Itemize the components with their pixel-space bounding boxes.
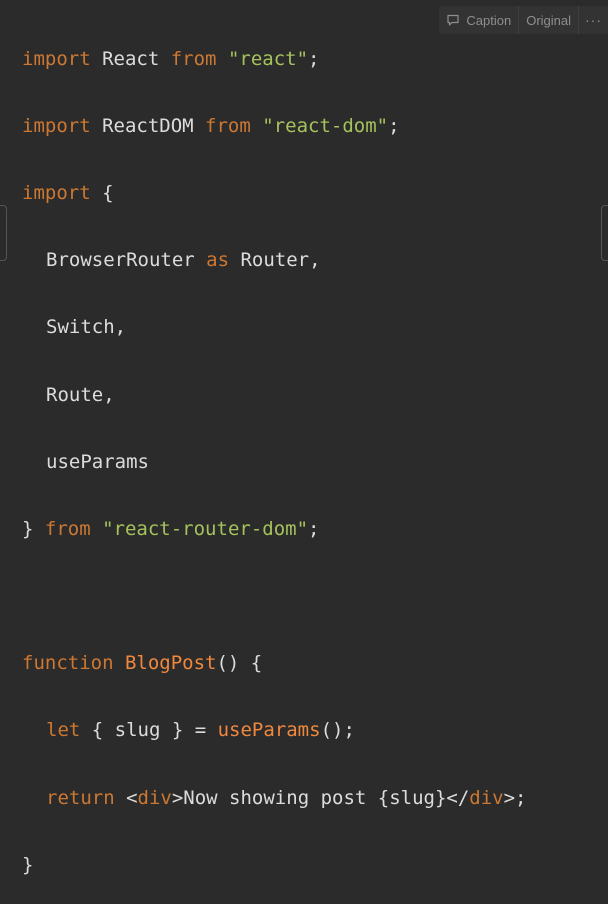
string-literal: "react" (227, 47, 309, 70)
left-resize-handle[interactable] (0, 205, 7, 261)
code-line-8: } from "react-router-dom"; (22, 513, 608, 547)
code-text: () { (216, 652, 263, 675)
caption-label: Caption (466, 12, 512, 28)
code-text: < (114, 786, 138, 809)
code-text: Router, (229, 249, 321, 272)
keyword: import (22, 47, 91, 70)
keyword: function (22, 652, 114, 675)
code-text: React (90, 47, 171, 70)
code-toolbar: Caption Original ··· (439, 6, 608, 34)
code-text: { slug } = (80, 719, 218, 742)
code-line-3: import { (22, 177, 608, 211)
code-text: } (22, 517, 45, 540)
more-options-button[interactable]: ··· (578, 6, 608, 34)
jsx-tag: div (137, 786, 172, 809)
code-block: import React from "react"; import ReactD… (0, 0, 608, 876)
code-line-7: useParams (22, 446, 608, 480)
keyword: return (46, 786, 115, 809)
string-literal: "react-router-dom" (102, 517, 309, 540)
keyword: from (44, 517, 91, 540)
code-text: useParams (46, 450, 149, 473)
code-text: { (90, 181, 114, 204)
code-line-4: BrowserRouter as Router, (22, 244, 608, 278)
keyword: import (22, 181, 91, 204)
code-text: ReactDOM (90, 114, 206, 137)
code-line-12: return <div>Now showing post {slug}</div… (22, 782, 608, 816)
string-literal: "react-dom" (262, 114, 389, 137)
code-line-5: Switch, (22, 311, 608, 345)
code-text: ; (388, 114, 400, 137)
keyword: from (205, 114, 251, 137)
code-text: Route, (46, 383, 115, 406)
caption-button[interactable]: Caption (439, 6, 518, 34)
code-text: (); (320, 719, 355, 742)
code-text: } (22, 853, 34, 876)
code-line-11: let { slug } = useParams(); (22, 714, 608, 748)
code-text: BrowserRouter (46, 249, 207, 272)
comment-icon (446, 13, 460, 27)
code-line-2: import ReactDOM from "react-dom"; (22, 110, 608, 144)
original-button[interactable]: Original (518, 6, 578, 34)
code-text: ; (308, 47, 320, 70)
more-icon: ··· (585, 12, 602, 28)
code-line-10: function BlogPost() { (22, 647, 608, 681)
original-label: Original (526, 12, 571, 28)
function-name: BlogPost (124, 652, 217, 675)
jsx-tag: div (469, 786, 504, 809)
code-text: >; (503, 786, 527, 809)
code-line-1: import React from "react"; (22, 43, 608, 77)
keyword: as (206, 249, 230, 272)
right-resize-handle[interactable] (601, 205, 608, 261)
code-line-6: Route, (22, 379, 608, 413)
code-text: Switch, (46, 316, 127, 339)
function-name: useParams (217, 719, 321, 742)
code-text: ; (308, 517, 320, 540)
keyword: import (22, 114, 91, 137)
code-text: >Now showing post {slug}</ (171, 786, 470, 809)
keyword: from (170, 47, 217, 70)
keyword: let (46, 719, 81, 742)
code-line-13: } (22, 849, 608, 883)
